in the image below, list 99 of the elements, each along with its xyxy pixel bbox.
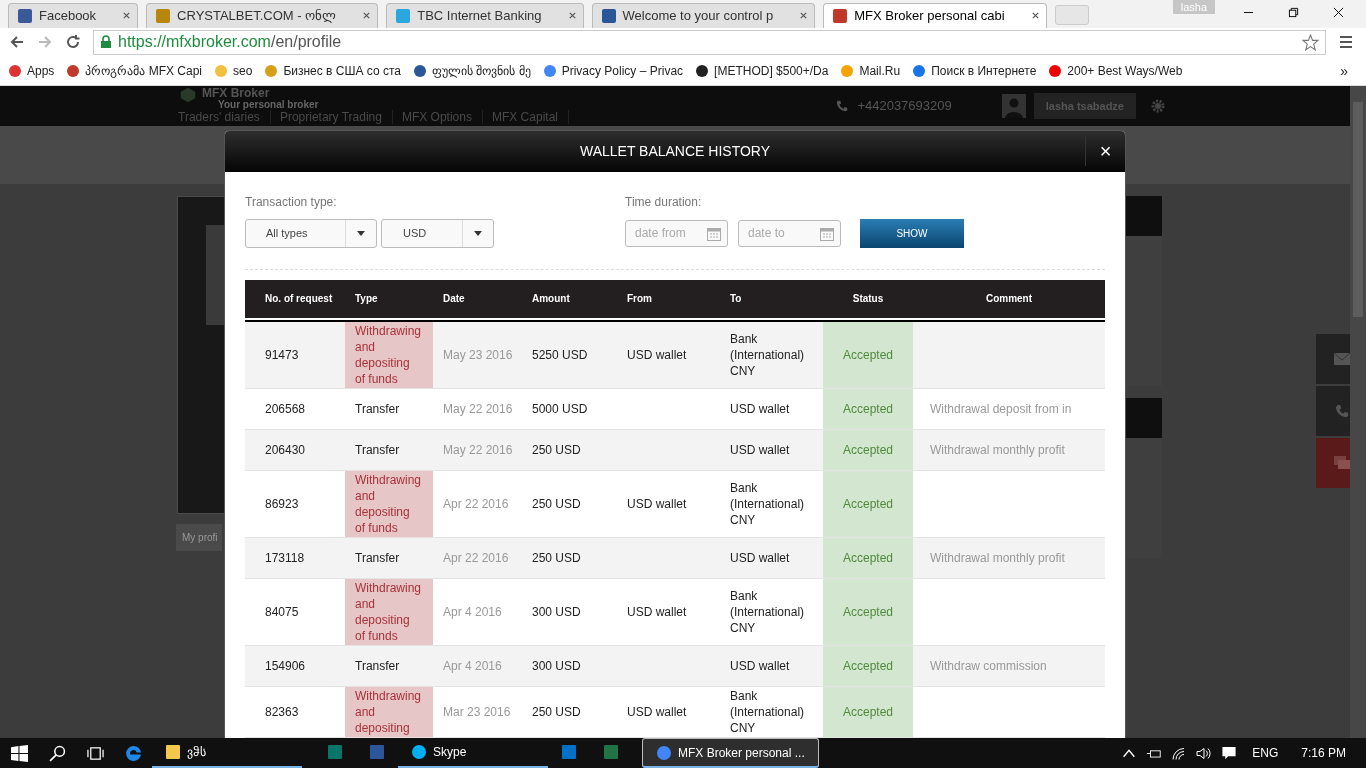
table-cell-text: USD wallet (729, 657, 791, 675)
table-cell: Withdrawing and depositing of funds (345, 470, 433, 537)
table-cell-text: May 22 2016 (442, 400, 514, 418)
table-cell-text: USD wallet (729, 441, 791, 459)
table-cell-text: Withdraw commission (929, 657, 1048, 675)
table-cell-text: 250 USD (531, 495, 582, 513)
bookmark[interactable]: Бизнес в США со ста (264, 63, 401, 78)
table-cell-text: 86923 (264, 495, 300, 513)
table-cell: Accepted (823, 429, 913, 470)
logo-text: MFX Broker (202, 86, 271, 99)
type-dropdown[interactable]: All types (245, 218, 377, 248)
browser-tab[interactable]: CRYSTALBET.COM - ონლ (146, 2, 379, 28)
date-from-field[interactable]: date from (625, 219, 728, 247)
table-cell-text: USD wallet (626, 495, 688, 513)
dialog-title: WALLET BALANCE HISTORY (579, 143, 771, 160)
table-cell-text: Withdrawal monthly profit (929, 441, 1066, 459)
address-bar[interactable]: https://mfxbroker.com/en/profile (93, 29, 1326, 55)
table-cell-text: 300 USD (531, 657, 582, 675)
table-cell-text: 250 USD (531, 549, 582, 567)
bookmark[interactable]: seo (214, 63, 253, 78)
bookmark[interactable]: ფულის შოვნის მე (413, 63, 531, 78)
browser-tab[interactable]: Facebook (8, 2, 139, 28)
column-header: Status (851, 293, 885, 305)
table-cell-text: Apr 4 2016 (442, 603, 503, 621)
show-button[interactable]: SHOW (860, 218, 964, 248)
table-cell-text: 173118 (264, 549, 306, 567)
table-cell-text: USD wallet (626, 603, 688, 621)
table-cell-text: Withdrawal deposit from in (929, 400, 1073, 418)
url-text: https://mfxbroker.com/en/profile (118, 33, 343, 52)
more-bookmarks-button[interactable]: » (1340, 62, 1348, 79)
table-cell-text: USD wallet (729, 549, 791, 567)
table-cell-text: 154906 (264, 657, 307, 675)
table-cell-text: Apr 22 2016 (442, 495, 510, 513)
column-header: From (626, 293, 653, 305)
table-cell-text: 206568 (264, 400, 307, 418)
bookmark[interactable]: Поиск в Интернете (912, 63, 1037, 78)
table-cell-text: Transfer (354, 657, 401, 675)
table-cell-text: Withdrawal monthly profit (929, 549, 1066, 567)
taskbar-app[interactable]: ვჵს (152, 738, 302, 768)
table-cell-text: 206430 (264, 441, 307, 459)
clock[interactable]: 7:16 PM (1301, 746, 1346, 760)
table-cell: Accepted (823, 578, 913, 645)
table-cell-text: Transfer (354, 441, 401, 459)
table-cell: Accepted (823, 645, 913, 686)
table-cell-text: USD wallet (626, 346, 688, 364)
bookmark[interactable]: Apps (8, 63, 55, 78)
field-label: Transaction type: (245, 194, 338, 209)
table-cell-text: 91473 (264, 346, 300, 364)
browser-tab[interactable]: Welcome to your control p (591, 2, 816, 28)
bookmark[interactable]: Privacy Policy – Privac (542, 63, 684, 78)
taskbar-app[interactable]: MFX Broker personal ... (642, 738, 819, 768)
table-cell: Accepted (823, 388, 913, 429)
table-cell-text: 5000 USD (531, 400, 589, 418)
table-cell: Accepted (823, 686, 913, 737)
table-cell-text: 300 USD (531, 603, 582, 621)
column-header: To (729, 293, 743, 305)
currency-dropdown[interactable]: USD (381, 218, 494, 248)
language-indicator[interactable]: ENG (1252, 746, 1279, 760)
column-header: Amount (531, 293, 571, 305)
table-cell-text: 5250 USD (531, 346, 589, 364)
taskbar-app[interactable]: Skype (398, 738, 548, 768)
table-cell-text: Apr 22 2016 (442, 549, 510, 567)
logo-tagline: Your personal broker (218, 98, 319, 110)
date-to-field[interactable]: date to (738, 219, 841, 247)
browser-tab[interactable]: TBC Internet Banking (386, 2, 584, 28)
bookmark[interactable]: Mail.Ru (840, 63, 901, 78)
field-label: Time duration: (625, 194, 703, 209)
table-cell-text: USD wallet (729, 400, 791, 418)
column-header: Type (354, 293, 379, 305)
bookmark[interactable]: [METHOD] $500+/Da (695, 63, 829, 78)
table-cell: Withdrawing and depositing (345, 686, 433, 737)
table-cell-text: Transfer (354, 549, 401, 567)
bookmark[interactable]: პროგრამა MFX Capi (66, 63, 203, 78)
close-button[interactable]: × (1085, 136, 1125, 166)
table-cell-text: 84075 (264, 603, 300, 621)
bookmark[interactable]: 200+ Best Ways/Web (1048, 63, 1183, 78)
table-cell-text: Apr 4 2016 (442, 657, 503, 675)
table-cell: Accepted (823, 470, 913, 537)
table-cell: Accepted (823, 537, 913, 578)
table-cell: Withdrawing and depositing of funds (345, 578, 433, 645)
table-cell-text: 250 USD (531, 441, 582, 459)
table-cell-text: May 22 2016 (442, 441, 514, 459)
table-cell-text: Mar 23 2016 (442, 703, 512, 721)
table-cell-text: Bank (International) CNY (729, 330, 806, 380)
browser-tab[interactable]: MFX Broker personal cabi (823, 2, 1047, 28)
table-cell: Accepted (823, 321, 913, 388)
table-cell-text: Transfer (354, 400, 401, 418)
table-cell-text: May 23 2016 (442, 346, 514, 364)
table-cell-text: USD wallet (626, 703, 688, 721)
table-cell-text: 82363 (264, 703, 300, 721)
phone-number: +442037693209 (857, 98, 952, 114)
table-cell-text: Bank (International) CNY (729, 587, 806, 637)
column-header: Date (442, 293, 466, 305)
table-cell-text: Bank (International) CNY (729, 687, 806, 737)
table-cell: Withdrawing and depositing of funds (345, 321, 433, 388)
table-cell-text: Bank (International) CNY (729, 479, 806, 529)
column-header: No. of request (264, 293, 334, 305)
column-header: Comment (984, 293, 1034, 305)
table-cell-text: 250 USD (531, 703, 582, 721)
